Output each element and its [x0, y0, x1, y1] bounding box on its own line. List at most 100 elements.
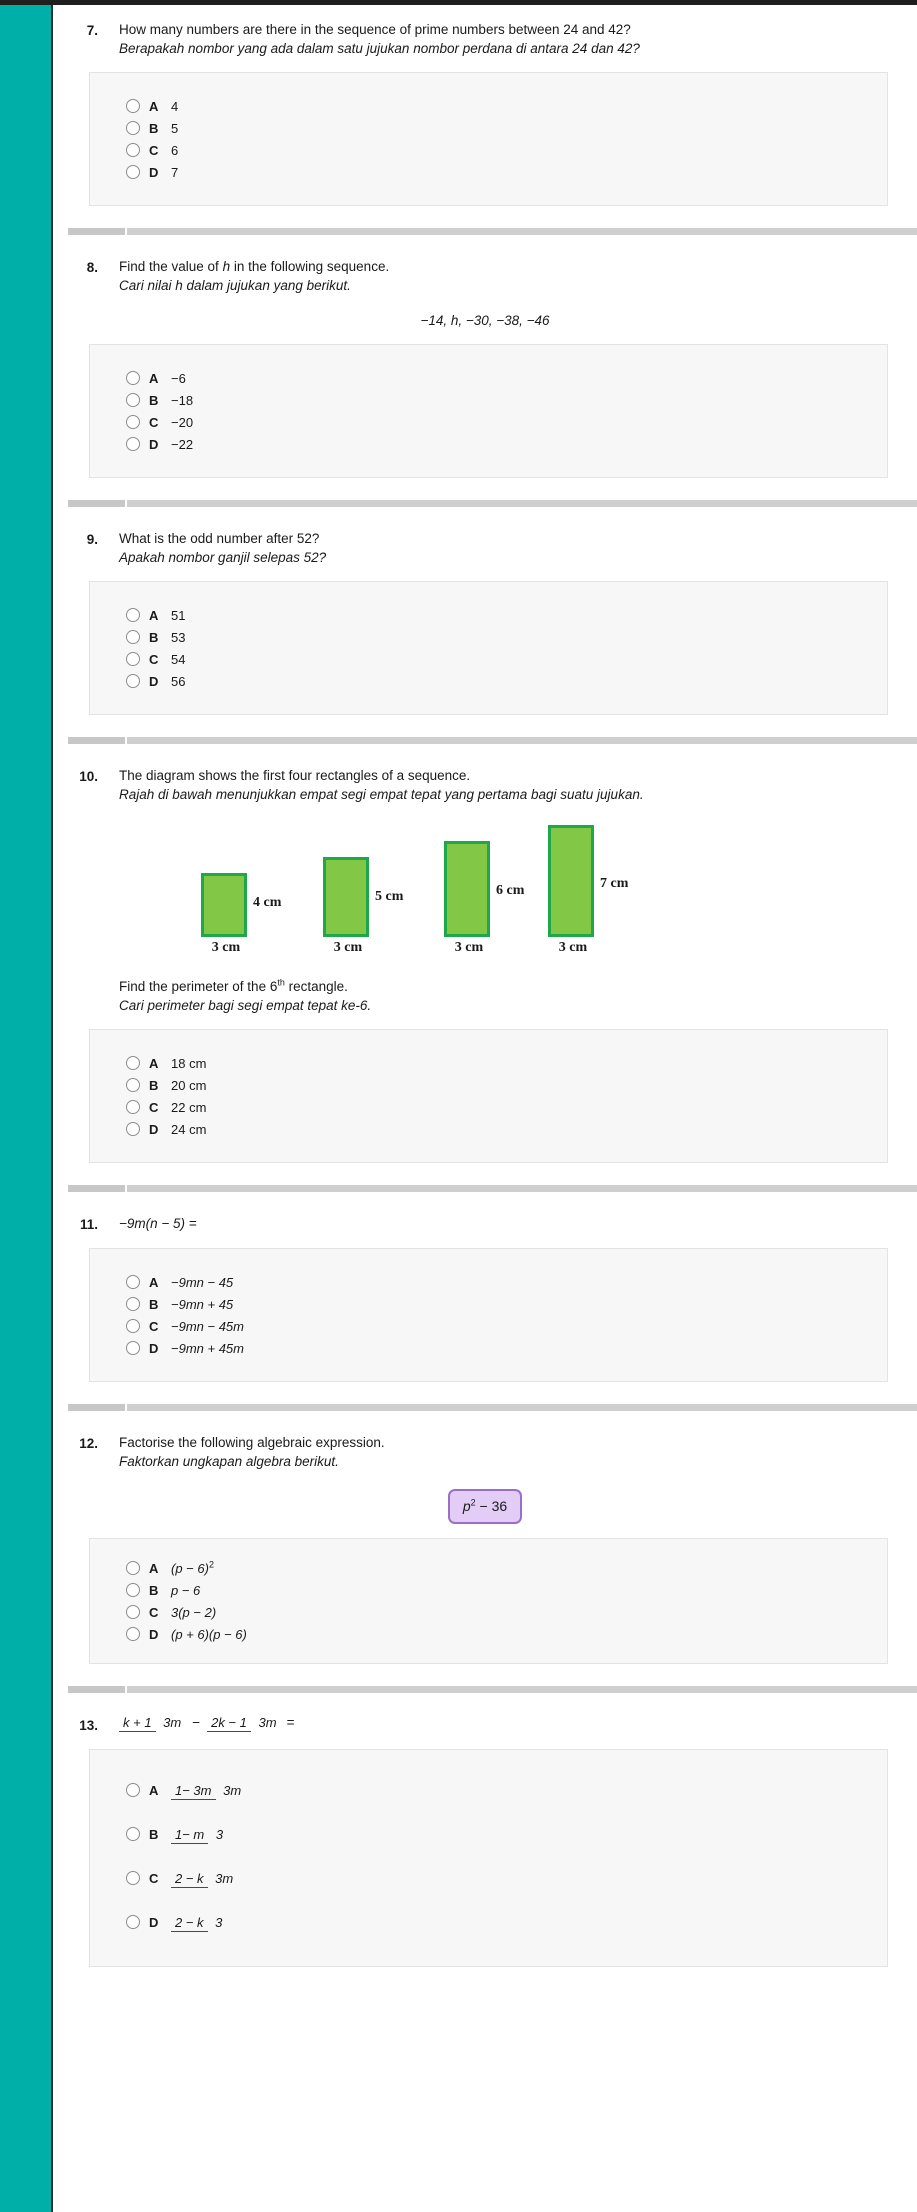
radio-button-icon[interactable] — [126, 143, 140, 157]
option-row[interactable]: D −22 — [126, 433, 887, 455]
q8-variable: h — [222, 259, 231, 274]
quiz-page: 7. How many numbers are there in the seq… — [0, 0, 917, 2212]
option-fraction: 2 − k 3 — [171, 1915, 226, 1933]
question-number: 10. — [79, 769, 98, 784]
radio-button-icon[interactable] — [126, 674, 140, 688]
radio-button-icon[interactable] — [126, 1078, 140, 1092]
radio-button-icon[interactable] — [126, 1100, 140, 1114]
radio-button-icon[interactable] — [126, 165, 140, 179]
radio-button-icon[interactable] — [126, 1056, 140, 1070]
option-letter: C — [149, 414, 159, 430]
option-row[interactable]: A 18 cm — [126, 1052, 887, 1074]
option-text: −22 — [171, 436, 194, 452]
option-row[interactable]: D 24 cm — [126, 1118, 887, 1140]
radio-button-icon[interactable] — [126, 1583, 140, 1597]
option-letter: D — [149, 1626, 159, 1642]
radio-button-icon[interactable] — [126, 1341, 140, 1355]
radio-button-icon[interactable] — [126, 1783, 140, 1797]
option-letter: C — [149, 1318, 159, 1334]
option-base: 3(p − 2) — [171, 1604, 217, 1620]
separator-right-segment — [127, 500, 917, 507]
question-11: 11. −9m(n − 5) = A −9mn − 45 B −9mn + 45 — [53, 1214, 917, 1382]
option-row[interactable]: B 53 — [126, 626, 887, 648]
option-row[interactable]: B −18 — [126, 389, 887, 411]
option-letter: B — [149, 392, 159, 408]
question-10: 10. The diagram shows the first four rec… — [53, 766, 917, 1163]
option-base: (p − 6) — [171, 1560, 209, 1576]
question-number: 8. — [86, 260, 98, 275]
radio-button-icon[interactable] — [126, 630, 140, 644]
prompt-post: rectangle. — [284, 979, 348, 994]
option-row[interactable]: D 7 — [126, 161, 887, 183]
option-row[interactable]: B 1− m 3 — [126, 1814, 887, 1854]
option-row[interactable]: C 3(p − 2) — [126, 1601, 887, 1623]
option-row[interactable]: A 51 — [126, 604, 887, 626]
option-base: (p + 6)(p − 6) — [171, 1626, 247, 1642]
radio-button-icon[interactable] — [126, 1915, 140, 1929]
option-row[interactable]: C −9mn − 45m — [126, 1315, 887, 1337]
question-stem: k + 1 3m − 2k − 1 3m = — [119, 1715, 909, 1732]
stem-operator: − — [192, 1715, 201, 1730]
radio-button-icon[interactable] — [126, 652, 140, 666]
fraction-denominator: 3m — [258, 1715, 277, 1730]
question-prompt-en: Find the perimeter of the 6th rectangle. — [119, 977, 909, 996]
option-row[interactable]: C −20 — [126, 411, 887, 433]
fraction-numerator: 2 − k — [171, 1915, 208, 1933]
option-letter: A — [149, 1274, 159, 1290]
option-text: 20 cm — [171, 1077, 207, 1093]
radio-button-icon[interactable] — [126, 1605, 140, 1619]
radio-button-icon[interactable] — [126, 1297, 140, 1311]
question-prompt-my: Cari perimeter bagi segi empat tepat ke-… — [119, 998, 372, 1013]
options-panel: A (p − 6)2 B p − 6 C 3(p − 2) D (p + 6)(… — [89, 1538, 888, 1664]
radio-button-icon[interactable] — [126, 1561, 140, 1575]
option-letter: B — [149, 1077, 159, 1093]
option-row[interactable]: A (p − 6)2 — [126, 1557, 887, 1579]
radio-button-icon[interactable] — [126, 437, 140, 451]
option-row[interactable]: A 4 — [126, 95, 887, 117]
radio-button-icon[interactable] — [126, 121, 140, 135]
radio-button-icon[interactable] — [126, 1627, 140, 1641]
separator-left-segment — [68, 500, 125, 507]
option-row[interactable]: A −9mn − 45 — [126, 1271, 887, 1293]
option-row[interactable]: C 22 cm — [126, 1096, 887, 1118]
radio-button-icon[interactable] — [126, 393, 140, 407]
option-letter: B — [149, 1296, 159, 1312]
q8-text-pre: Find the value of — [119, 259, 223, 274]
option-row[interactable]: A 1− 3m 3m — [126, 1770, 887, 1810]
option-row[interactable]: B 5 — [126, 117, 887, 139]
radio-button-icon[interactable] — [126, 1275, 140, 1289]
separator-right-segment — [127, 1185, 917, 1192]
radio-button-icon[interactable] — [126, 99, 140, 113]
option-row[interactable]: B −9mn + 45 — [126, 1293, 887, 1315]
option-letter: A — [149, 98, 159, 114]
option-row[interactable]: C 54 — [126, 648, 887, 670]
separator-left-segment — [68, 228, 125, 235]
radio-button-icon[interactable] — [126, 1871, 140, 1885]
option-row[interactable]: B 20 cm — [126, 1074, 887, 1096]
rectangle-item: 7 cm 3 cm — [548, 825, 628, 955]
option-row[interactable]: C 2 − k 3m — [126, 1858, 887, 1898]
option-text: 24 cm — [171, 1121, 207, 1137]
radio-button-icon[interactable] — [126, 1122, 140, 1136]
option-row[interactable]: A −6 — [126, 367, 887, 389]
radio-button-icon[interactable] — [126, 415, 140, 429]
option-row[interactable]: B p − 6 — [126, 1579, 887, 1601]
option-letter: C — [149, 1604, 159, 1620]
radio-button-icon[interactable] — [126, 371, 140, 385]
option-text: 4 — [171, 98, 179, 114]
separator-left-segment — [68, 1185, 125, 1192]
option-row[interactable]: D −9mn + 45m — [126, 1337, 887, 1359]
option-row[interactable]: C 6 — [126, 139, 887, 161]
radio-button-icon[interactable] — [126, 608, 140, 622]
radio-button-icon[interactable] — [126, 1827, 140, 1841]
question-number: 11. — [79, 1217, 98, 1232]
separator-left-segment — [68, 1686, 125, 1693]
radio-button-icon[interactable] — [126, 1319, 140, 1333]
question-number: 9. — [86, 532, 98, 547]
question-9: 9. What is the odd number after 52? Apak… — [53, 529, 917, 715]
option-row[interactable]: D (p + 6)(p − 6) — [126, 1623, 887, 1645]
option-row[interactable]: D 56 — [126, 670, 887, 692]
option-row[interactable]: D 2 − k 3 — [126, 1902, 887, 1942]
option-text: 6 — [171, 142, 179, 158]
stem-fraction-2: 2k − 1 3m — [207, 1715, 280, 1732]
